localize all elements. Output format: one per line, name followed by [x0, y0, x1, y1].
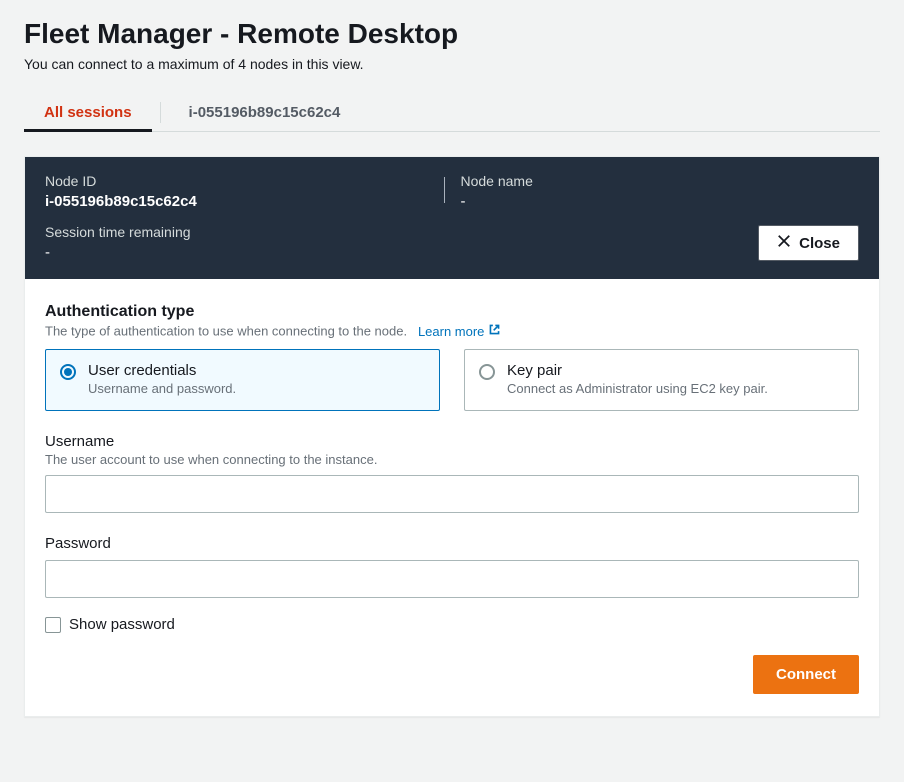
tab-node[interactable]: i-055196b89c15c62c4 [169, 94, 361, 131]
close-button[interactable]: Close [758, 225, 859, 261]
auth-option-title: User credentials [88, 362, 236, 379]
node-name-label: Node name [461, 173, 860, 189]
node-id-value: i-055196b89c15c62c4 [45, 193, 444, 210]
session-panel-body: Authentication type The type of authenti… [25, 279, 879, 716]
tab-divider [160, 102, 161, 123]
auth-section-title: Authentication type [45, 303, 859, 321]
page-title: Fleet Manager - Remote Desktop [24, 18, 880, 50]
show-password-checkbox[interactable] [45, 617, 61, 633]
session-panel: Node ID i-055196b89c15c62c4 Node name - … [24, 156, 880, 717]
password-input[interactable] [45, 560, 859, 598]
session-time-label: Session time remaining [45, 224, 191, 240]
auth-options: User credentials Username and password. … [45, 349, 859, 411]
node-id-label: Node ID [45, 173, 444, 189]
session-time-value: - [45, 244, 191, 261]
radio-icon [479, 364, 495, 380]
connect-button[interactable]: Connect [753, 655, 859, 694]
node-name-value: - [461, 193, 860, 210]
radio-icon [60, 364, 76, 380]
auth-option-key-pair[interactable]: Key pair Connect as Administrator using … [464, 349, 859, 411]
close-icon [777, 234, 791, 252]
session-panel-header: Node ID i-055196b89c15c62c4 Node name - … [25, 157, 879, 279]
username-label: Username [45, 433, 859, 450]
auth-option-user-credentials[interactable]: User credentials Username and password. [45, 349, 440, 411]
auth-option-desc: Username and password. [88, 381, 236, 396]
tab-all-sessions[interactable]: All sessions [24, 94, 152, 131]
show-password-label: Show password [69, 616, 175, 633]
external-link-icon [488, 323, 501, 339]
page-subtitle: You can connect to a maximum of 4 nodes … [24, 56, 880, 72]
password-label: Password [45, 535, 859, 552]
username-input[interactable] [45, 475, 859, 513]
auth-option-desc: Connect as Administrator using EC2 key p… [507, 381, 768, 396]
learn-more-link[interactable]: Learn more [418, 323, 501, 339]
close-button-label: Close [799, 235, 840, 252]
username-desc: The user account to use when connecting … [45, 452, 859, 467]
auth-section-desc: The type of authentication to use when c… [45, 323, 859, 339]
auth-option-title: Key pair [507, 362, 768, 379]
tabs: All sessions i-055196b89c15c62c4 [24, 94, 880, 132]
header-separator [444, 177, 445, 203]
